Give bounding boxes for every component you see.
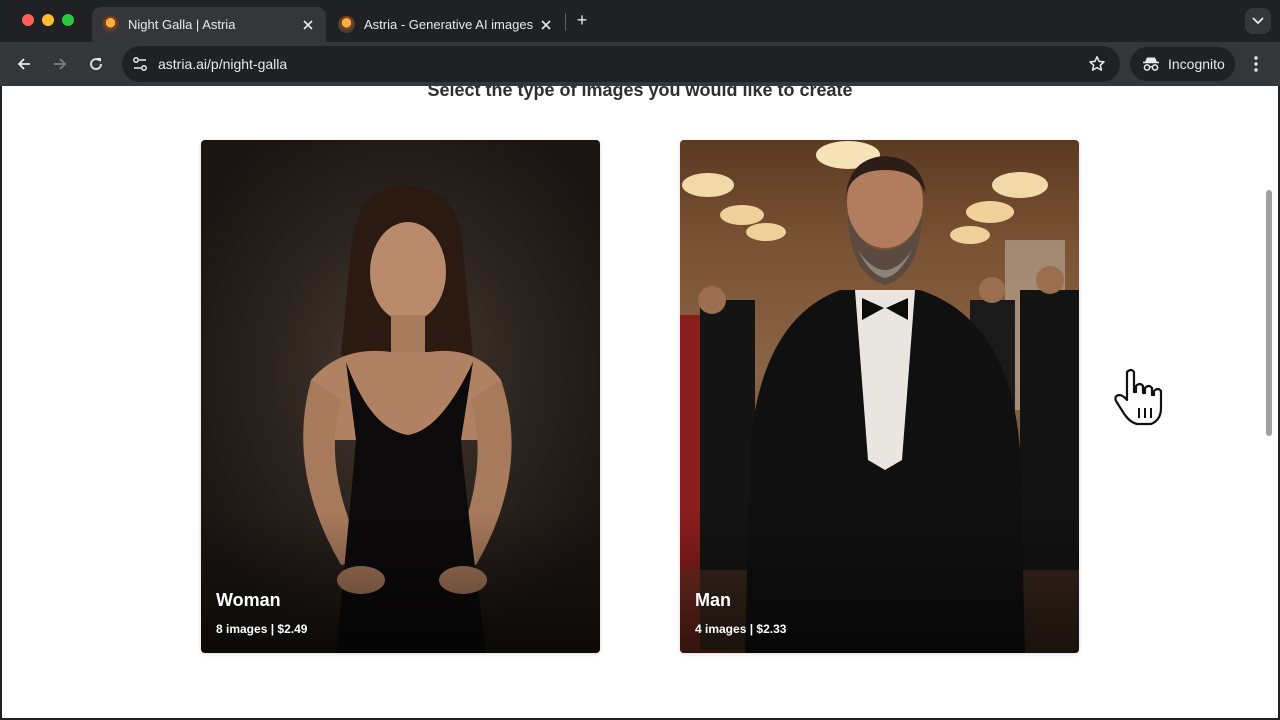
chevron-down-icon bbox=[1252, 17, 1264, 25]
back-arrow-icon bbox=[17, 58, 30, 70]
minimize-window-button[interactable] bbox=[42, 14, 54, 26]
new-tab-button[interactable]: + bbox=[572, 10, 592, 30]
close-tab-icon[interactable] bbox=[300, 17, 316, 33]
close-tab-icon[interactable] bbox=[538, 17, 554, 33]
reload-icon bbox=[90, 58, 102, 70]
tab-title: Night Galla | Astria bbox=[128, 17, 236, 32]
card-woman[interactable]: Woman 8 images | $2.49 bbox=[201, 140, 600, 653]
card-title: Woman bbox=[216, 590, 281, 610]
tab-title: Astria - Generative AI images bbox=[364, 17, 534, 32]
three-dots-icon bbox=[1254, 56, 1258, 72]
toolbar: astria.ai/p/night-galla Incognito bbox=[0, 42, 1280, 86]
card-meta: 8 images | $2.49 bbox=[216, 622, 308, 636]
tab-search-button[interactable] bbox=[1245, 8, 1271, 34]
astria-favicon-icon bbox=[338, 16, 355, 33]
tune-icon[interactable] bbox=[130, 54, 150, 74]
hand-pointer-icon bbox=[1114, 368, 1163, 426]
card-man[interactable]: Man 4 images | $2.33 bbox=[680, 140, 1079, 653]
tab-night-galla[interactable]: Night Galla | Astria bbox=[92, 7, 326, 42]
page-scrollbar[interactable] bbox=[1266, 190, 1272, 436]
tab-separator bbox=[565, 13, 566, 31]
tab-astria-generative[interactable]: Astria - Generative AI images bbox=[328, 7, 564, 42]
page-heading: Select the type of images you would like… bbox=[427, 86, 853, 100]
close-window-button[interactable] bbox=[22, 14, 34, 26]
astria-favicon-icon bbox=[102, 16, 119, 33]
forward-button[interactable] bbox=[48, 52, 72, 76]
maximize-window-button[interactable] bbox=[62, 14, 74, 26]
tab-strip: Night Galla | Astria Astria - Generative… bbox=[0, 0, 1280, 42]
reload-button[interactable] bbox=[84, 52, 108, 76]
back-button[interactable] bbox=[12, 52, 36, 76]
forward-arrow-icon bbox=[54, 58, 67, 70]
incognito-indicator[interactable]: Incognito bbox=[1130, 47, 1235, 81]
url-text[interactable]: astria.ai/p/night-galla bbox=[158, 56, 287, 72]
incognito-icon bbox=[1143, 57, 1159, 71]
incognito-label: Incognito bbox=[1168, 56, 1225, 72]
address-bar[interactable]: astria.ai/p/night-galla bbox=[122, 46, 1120, 82]
card-title: Man bbox=[695, 590, 731, 610]
page-content: Select the type of images you would like… bbox=[2, 86, 1278, 718]
browser-menu-button[interactable] bbox=[1246, 54, 1266, 74]
star-icon[interactable] bbox=[1088, 55, 1106, 73]
card-meta: 4 images | $2.33 bbox=[695, 622, 787, 636]
browser-window: Night Galla | Astria Astria - Generative… bbox=[0, 0, 1280, 720]
